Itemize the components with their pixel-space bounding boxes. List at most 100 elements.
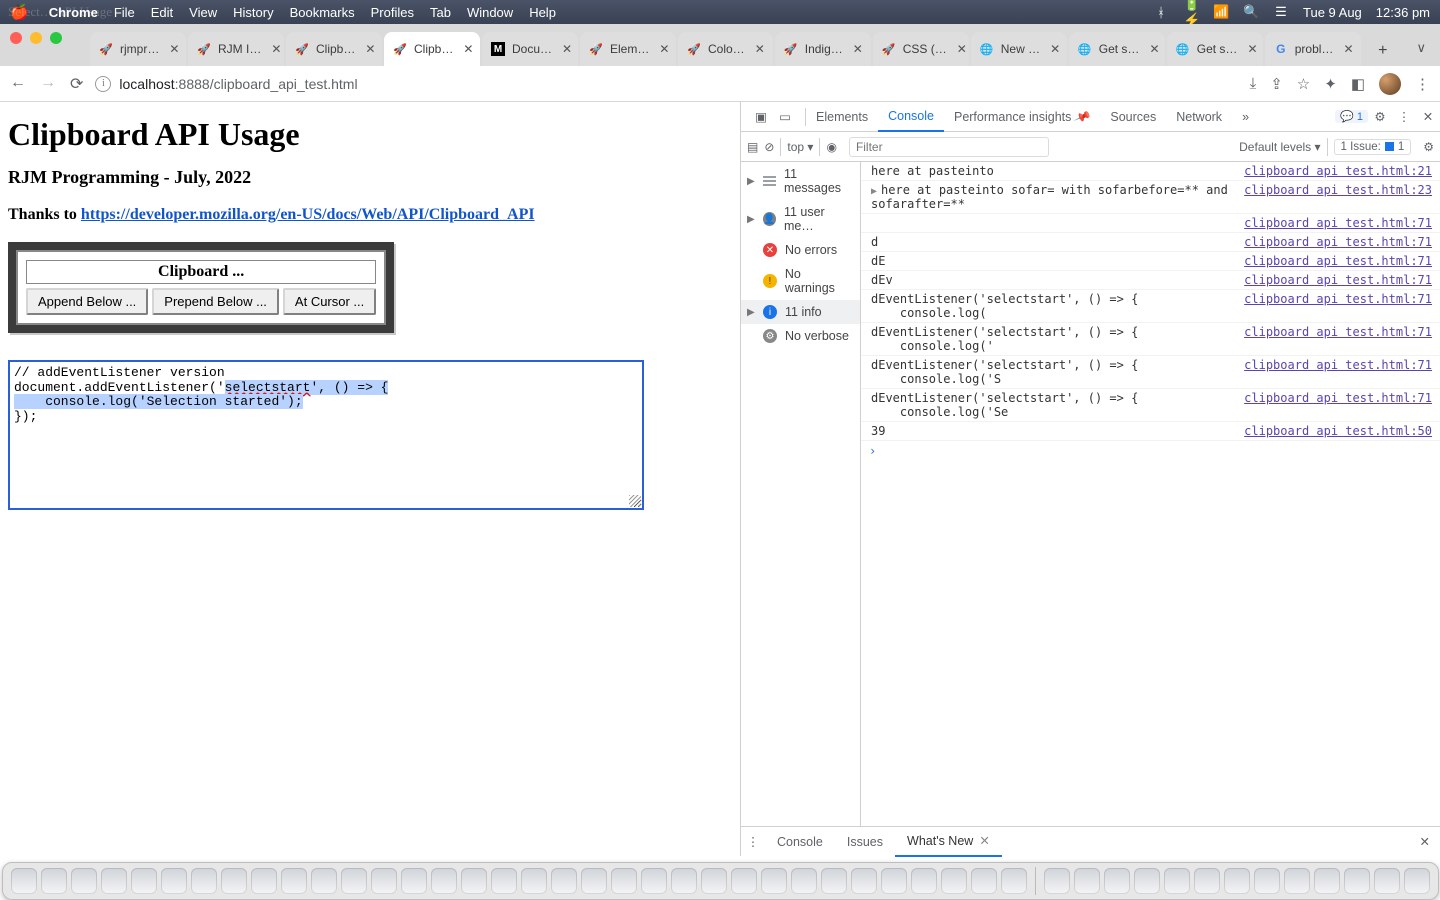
browser-tab-0[interactable]: rjmpr…✕: [90, 32, 186, 66]
dock-app-icon[interactable]: [431, 868, 457, 894]
console-filter-input[interactable]: [849, 137, 1049, 157]
console-entry[interactable]: 39clipboard api test.html:50: [861, 422, 1440, 441]
devtools-tab-sources[interactable]: Sources: [1100, 102, 1166, 132]
dock-app-icon[interactable]: [1284, 868, 1310, 894]
console-source-link[interactable]: clipboard api test.html:71: [1244, 292, 1432, 320]
prepend-below-button[interactable]: Prepend Below ...: [152, 288, 279, 315]
dock-app-icon[interactable]: [821, 868, 847, 894]
dock-app-icon[interactable]: [941, 868, 967, 894]
menu-tab[interactable]: Tab: [430, 5, 451, 20]
menu-help[interactable]: Help: [529, 5, 556, 20]
menubar-date[interactable]: Tue 9 Aug: [1303, 5, 1362, 20]
tab-close-icon[interactable]: ✕: [1046, 42, 1060, 56]
thanks-link[interactable]: https://developer.mozilla.org/en-US/docs…: [81, 206, 535, 223]
dock-app-icon[interactable]: [1314, 868, 1340, 894]
drawer-close-icon[interactable]: ✕: [1410, 834, 1440, 849]
dock-app-icon[interactable]: [881, 868, 907, 894]
console-settings-icon[interactable]: ⚙: [1423, 140, 1434, 154]
dock-app-icon[interactable]: [371, 868, 397, 894]
menu-window[interactable]: Window: [467, 5, 513, 20]
menu-view[interactable]: View: [189, 5, 217, 20]
browser-tab-10[interactable]: Get s…✕: [1069, 32, 1165, 66]
sidebar-no-verbose[interactable]: ⚙No verbose: [741, 324, 860, 348]
dock-app-icon[interactable]: [581, 868, 607, 894]
console-source-link[interactable]: clipboard api test.html:71: [1244, 391, 1432, 419]
console-entry[interactable]: ▶here at pasteinto sofar= with sofarbefo…: [861, 181, 1440, 214]
tab-close-icon[interactable]: ✕: [849, 42, 863, 56]
sidebar-messages[interactable]: ▶11 messages: [741, 162, 860, 200]
apple-menu-icon[interactable]: 🍎: [10, 3, 29, 21]
dock-app-icon[interactable]: [1254, 868, 1280, 894]
menu-app[interactable]: Chrome: [49, 5, 98, 20]
wifi-icon[interactable]: 📶: [1213, 4, 1229, 20]
dock-app-icon[interactable]: [791, 868, 817, 894]
code-textarea[interactable]: // addEventListener version document.add…: [8, 360, 644, 510]
site-info-icon[interactable]: i: [95, 76, 111, 92]
dock-app-icon[interactable]: [521, 868, 547, 894]
reload-button[interactable]: ⟳: [70, 74, 83, 94]
drawer-close-whatsnew-icon[interactable]: ✕: [979, 833, 989, 848]
devtools-tabs-overflow[interactable]: »: [1232, 102, 1259, 132]
dock-app-icon[interactable]: [1164, 868, 1190, 894]
dock-app-icon[interactable]: [1001, 868, 1027, 894]
window-close-button[interactable]: [10, 32, 22, 44]
console-source-link[interactable]: clipboard api test.html:71: [1244, 325, 1432, 353]
sidepanel-icon[interactable]: ◧: [1351, 75, 1365, 93]
dock-app-icon[interactable]: [971, 868, 997, 894]
dock-app-icon[interactable]: [341, 868, 367, 894]
devtools-tab-elements[interactable]: Elements: [806, 102, 878, 132]
devtools-tab-console[interactable]: Console: [878, 102, 944, 132]
dock-app-icon[interactable]: [1134, 868, 1160, 894]
console-prompt[interactable]: ›: [861, 441, 1440, 461]
devtools-message-badge[interactable]: 💬 1: [1335, 110, 1368, 123]
menu-history[interactable]: History: [233, 5, 273, 20]
dock-app-icon[interactable]: [1104, 868, 1130, 894]
browser-tab-2[interactable]: Clipb…✕: [286, 32, 382, 66]
devtools-settings-icon[interactable]: ⚙: [1368, 109, 1392, 124]
dock-app-icon[interactable]: [281, 868, 307, 894]
devtools-close-icon[interactable]: ✕: [1416, 109, 1440, 124]
console-entry[interactable]: here at pasteintoclipboard api test.html…: [861, 162, 1440, 181]
dock-app-icon[interactable]: [851, 868, 877, 894]
dock-app-icon[interactable]: [701, 868, 727, 894]
dock-app-icon[interactable]: [1074, 868, 1100, 894]
browser-tab-6[interactable]: Colo…✕: [678, 32, 773, 66]
console-entry[interactable]: clipboard api test.html:71: [861, 214, 1440, 233]
browser-tab-9[interactable]: New …✕: [971, 32, 1067, 66]
drawer-tab-whatsnew[interactable]: What's New ✕: [895, 827, 1002, 857]
menubar-time[interactable]: 12:36 pm: [1376, 5, 1430, 20]
address-bar[interactable]: i localhost:8888/clipboard_api_test.html: [95, 76, 1237, 92]
console-entry[interactable]: dEclipboard api test.html:71: [861, 252, 1440, 271]
tab-close-icon[interactable]: ✕: [267, 42, 281, 56]
console-source-link[interactable]: clipboard api test.html:23: [1244, 183, 1432, 211]
menu-file[interactable]: File: [114, 5, 135, 20]
browser-tab-8[interactable]: CSS (…✕: [873, 32, 969, 66]
devtools-tab-network[interactable]: Network: [1166, 102, 1232, 132]
drawer-tab-console[interactable]: Console: [765, 827, 835, 857]
console-source-link[interactable]: clipboard api test.html:71: [1244, 235, 1432, 249]
dock-app-icon[interactable]: [401, 868, 427, 894]
tab-close-icon[interactable]: ✕: [558, 42, 572, 56]
dock-app-icon[interactable]: [1044, 868, 1070, 894]
resize-handle-icon[interactable]: [629, 495, 641, 507]
console-source-link[interactable]: clipboard api test.html:50: [1244, 424, 1432, 438]
tab-close-icon[interactable]: ✕: [655, 42, 669, 56]
dock-app-icon[interactable]: [161, 868, 187, 894]
dock-app-icon[interactable]: [71, 868, 97, 894]
device-toolbar-icon[interactable]: ▭: [773, 109, 797, 124]
dock-app-icon[interactable]: [911, 868, 937, 894]
sidebar-info[interactable]: ▶i11 info: [741, 300, 860, 324]
dock-app-icon[interactable]: [551, 868, 577, 894]
devtools-menu-icon[interactable]: ⋮: [1392, 109, 1416, 124]
browser-tab-12[interactable]: probl…✕: [1265, 32, 1361, 66]
dock-app-icon[interactable]: [1374, 868, 1400, 894]
console-sidebar-toggle-icon[interactable]: ▤: [747, 140, 758, 154]
issues-pill[interactable]: 1 Issue: 1: [1334, 139, 1412, 155]
menu-bookmarks[interactable]: Bookmarks: [290, 5, 355, 20]
dock-app-icon[interactable]: [11, 868, 37, 894]
console-context-selector[interactable]: top ▾: [787, 140, 813, 154]
tab-close-icon[interactable]: ✕: [459, 42, 473, 56]
console-entry[interactable]: dEvclipboard api test.html:71: [861, 271, 1440, 290]
dock-app-icon[interactable]: [41, 868, 67, 894]
console-source-link[interactable]: clipboard api test.html:71: [1244, 254, 1432, 268]
